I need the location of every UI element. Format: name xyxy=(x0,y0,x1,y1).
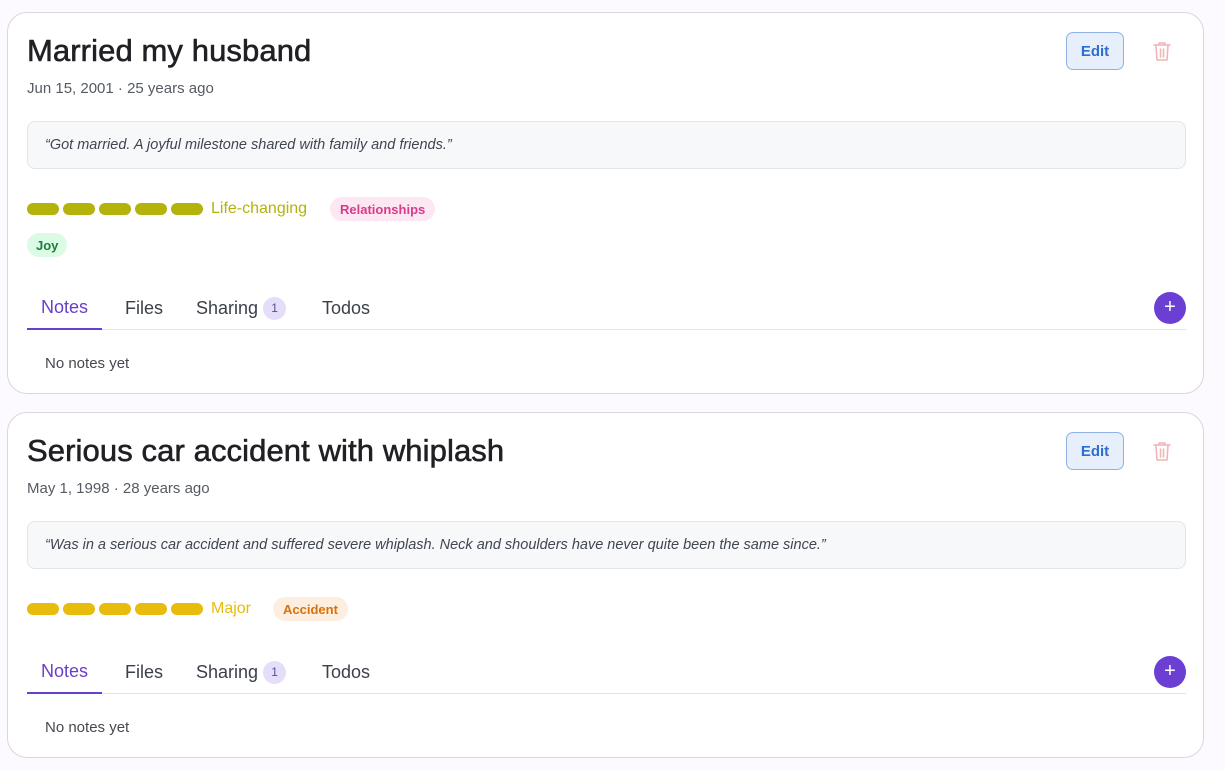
trash-icon[interactable] xyxy=(1151,439,1173,463)
empty-notes-text: No notes yet xyxy=(45,719,130,736)
intensity-pill xyxy=(27,203,59,215)
tab-label: Notes xyxy=(40,660,89,681)
category-badge: Accident xyxy=(273,597,348,621)
tab-label: Notes xyxy=(40,296,89,317)
tab-label: Todos xyxy=(322,297,371,318)
tab-label: Files xyxy=(125,297,164,318)
event-card: Married my husband Jun 15, 2001 · 25 yea… xyxy=(7,12,1204,394)
event-description: “Was in a serious car accident and suffe… xyxy=(27,521,1186,569)
intensity-label: Major xyxy=(211,600,252,617)
intensity-pill xyxy=(135,203,167,215)
category-badge: Relationships xyxy=(330,197,436,221)
tab-todos[interactable]: Todos xyxy=(322,650,370,694)
intensity-meter: Life-changing xyxy=(27,200,308,217)
intensity-pill xyxy=(27,603,59,615)
tab-label: Files xyxy=(125,661,164,682)
tab-notes[interactable]: Notes xyxy=(27,650,102,694)
edit-button[interactable]: Edit xyxy=(1066,32,1124,70)
tab-label: Sharing xyxy=(196,297,259,318)
tab-sharing[interactable]: Sharing 1 xyxy=(196,650,287,694)
tab-bar: Notes Files Sharing 1 Todos xyxy=(27,286,1186,330)
event-card: Serious car accident with whiplash May 1… xyxy=(7,412,1204,758)
sharing-count-badge: 1 xyxy=(263,296,287,320)
intensity-pill xyxy=(135,603,167,615)
intensity-pill xyxy=(63,603,95,615)
intensity-pill xyxy=(171,203,203,215)
intensity-pill xyxy=(99,203,131,215)
emotion-badge: Joy xyxy=(27,233,68,257)
tab-notes[interactable]: Notes xyxy=(27,286,102,330)
tab-sharing[interactable]: Sharing 1 xyxy=(196,286,287,330)
tab-label: Todos xyxy=(322,661,371,682)
intensity-pill xyxy=(99,603,131,615)
event-date: Jun 15, 2001 · 25 years ago xyxy=(27,80,214,97)
tab-label: Sharing xyxy=(196,661,259,682)
intensity-meter: Major xyxy=(27,600,252,617)
add-note-button[interactable]: + xyxy=(1154,292,1186,324)
intensity-pill xyxy=(63,203,95,215)
add-note-button[interactable]: + xyxy=(1154,656,1186,688)
sharing-count-badge: 1 xyxy=(263,660,287,684)
event-description: “Got married. A joyful milestone shared … xyxy=(27,121,1186,169)
tab-files[interactable]: Files xyxy=(125,286,163,330)
event-date: May 1, 1998 · 28 years ago xyxy=(27,480,210,497)
empty-notes-text: No notes yet xyxy=(45,355,130,372)
tab-todos[interactable]: Todos xyxy=(322,286,370,330)
trash-icon[interactable] xyxy=(1151,39,1173,63)
intensity-pill xyxy=(171,603,203,615)
event-title: Married my husband xyxy=(27,33,312,69)
edit-button[interactable]: Edit xyxy=(1066,432,1124,470)
tab-bar: Notes Files Sharing 1 Todos xyxy=(27,650,1186,694)
intensity-label: Life-changing xyxy=(211,200,308,217)
tab-files[interactable]: Files xyxy=(125,650,163,694)
event-title: Serious car accident with whiplash xyxy=(27,433,505,469)
